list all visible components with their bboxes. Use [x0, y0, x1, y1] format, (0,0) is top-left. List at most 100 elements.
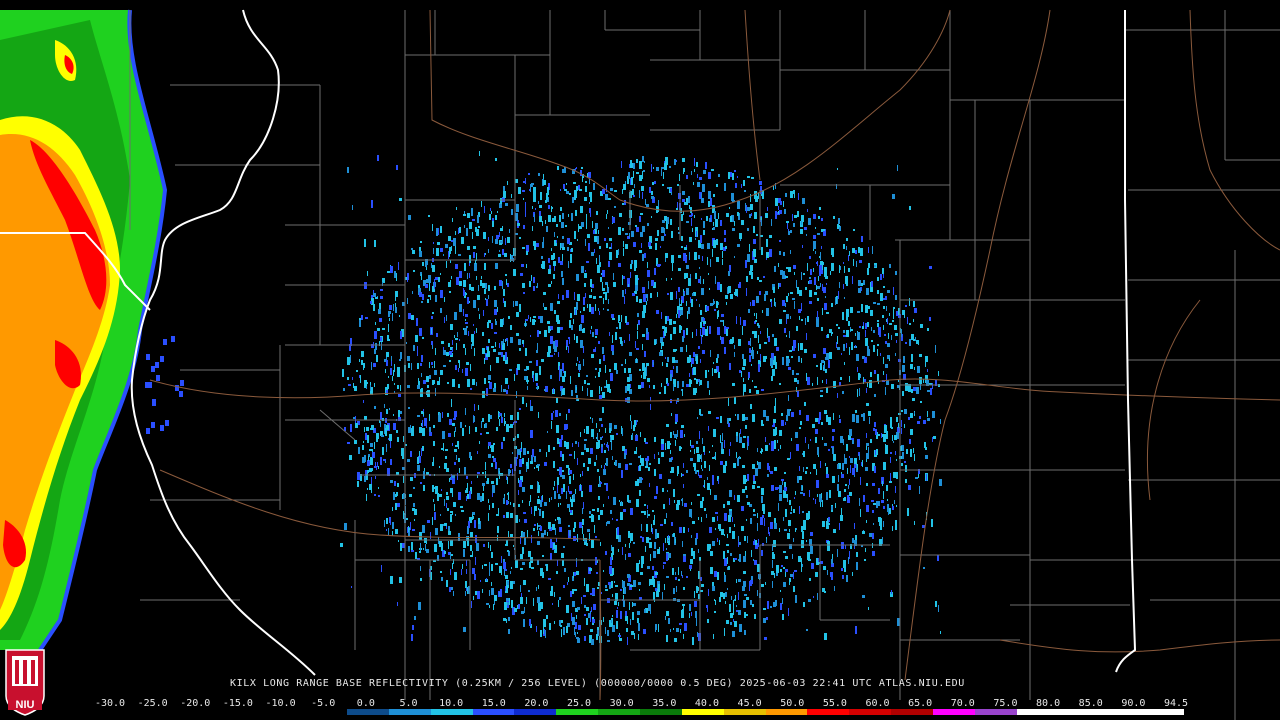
echo-cell	[774, 266, 776, 272]
echo-cell	[611, 442, 612, 450]
echo-cell	[553, 487, 554, 490]
echo-cell	[729, 527, 731, 533]
echo-cell	[700, 310, 702, 315]
echo-cell	[761, 449, 763, 452]
echo-cell	[705, 370, 707, 378]
echo-cell	[849, 479, 850, 485]
echo-cell	[488, 339, 490, 343]
echo-cell	[868, 247, 869, 253]
echo-cell	[657, 549, 659, 554]
echo-cell	[574, 311, 575, 314]
echo-cell	[649, 236, 652, 243]
echo-cell	[532, 449, 534, 457]
echo-cell	[420, 363, 422, 366]
echo-cell	[825, 357, 826, 360]
echo-cell	[553, 411, 554, 413]
echo-cell	[389, 305, 392, 310]
echo-cell	[559, 597, 561, 600]
echo-cell	[364, 239, 366, 247]
echo-cell	[796, 326, 798, 331]
echo-cell	[548, 269, 551, 274]
echo-cell	[493, 349, 496, 352]
echo-cell	[534, 506, 537, 511]
echo-cell	[846, 246, 847, 250]
echo-cell	[671, 467, 674, 473]
echo-cell	[431, 341, 433, 345]
echo-cell	[718, 372, 720, 378]
echo-cell	[371, 362, 372, 370]
echo-cell	[633, 603, 636, 606]
echo-cell	[747, 502, 750, 505]
echo-cell	[798, 556, 801, 562]
echo-cell	[627, 583, 630, 586]
echo-cell	[719, 529, 721, 531]
echo-cell	[562, 376, 565, 382]
echo-cell	[935, 601, 937, 607]
echo-cell	[375, 476, 376, 479]
echo-cell	[761, 247, 763, 255]
echo-cell	[644, 438, 646, 442]
echo-cell	[807, 377, 810, 385]
echo-cell	[711, 169, 714, 171]
echo-cell	[891, 335, 892, 340]
echo-cell	[574, 195, 576, 200]
echo-cell	[758, 335, 759, 343]
echo-cell	[703, 221, 705, 228]
echo-cell	[740, 239, 741, 241]
echo-cell	[730, 442, 731, 446]
echo-cell	[466, 476, 468, 479]
echo-cell	[398, 540, 399, 542]
station-id: KILX	[230, 678, 257, 689]
echo-cell	[732, 631, 735, 637]
echo-cell	[783, 517, 784, 521]
echo-cell	[707, 326, 708, 330]
echo-cell	[788, 367, 791, 370]
echo-cell	[474, 348, 475, 356]
echo-cell	[503, 437, 505, 441]
echo-cell	[513, 422, 514, 425]
echo-cell	[909, 339, 911, 346]
echo-cell	[477, 295, 480, 300]
echo-cell	[741, 184, 742, 188]
echo-cell	[539, 216, 542, 222]
echo-cell	[554, 353, 555, 355]
echo-cell	[915, 477, 918, 479]
echo-cell	[519, 348, 521, 351]
echo-cell	[590, 614, 591, 622]
echo-cell	[716, 358, 718, 363]
echo-cell	[536, 243, 539, 247]
echo-cell	[449, 478, 450, 482]
echo-cell	[749, 214, 751, 218]
echo-cell	[727, 557, 728, 564]
echo-cell	[525, 178, 526, 184]
echo-cell	[520, 568, 523, 570]
echo-cell	[634, 633, 635, 639]
echo-cell	[724, 183, 726, 191]
echo-cell	[622, 446, 625, 451]
echo-cell	[469, 255, 471, 263]
echo-cell	[561, 553, 564, 558]
echo-cell	[622, 290, 624, 297]
echo-cell	[678, 567, 679, 575]
echo-cell	[843, 244, 845, 249]
echo-cell	[419, 251, 422, 257]
echo-cell	[529, 361, 532, 363]
echo-cell	[750, 404, 752, 409]
echo-cell	[653, 385, 655, 389]
echo-cell	[824, 633, 827, 640]
echo-cell	[757, 277, 759, 280]
echo-cell	[855, 250, 857, 254]
echo-cell	[448, 433, 451, 437]
echo-cell	[771, 301, 772, 307]
echo-cell	[856, 562, 858, 570]
echo-cell	[437, 493, 439, 501]
echo-cell	[724, 534, 725, 536]
echo-cell	[435, 528, 438, 535]
echo-cell	[657, 230, 659, 236]
echo-cell	[784, 328, 786, 333]
echo-cell	[388, 311, 391, 314]
echo-cell	[883, 371, 884, 375]
echo-cell	[916, 340, 919, 344]
echo-cell	[539, 371, 541, 375]
echo-cell	[413, 345, 415, 351]
